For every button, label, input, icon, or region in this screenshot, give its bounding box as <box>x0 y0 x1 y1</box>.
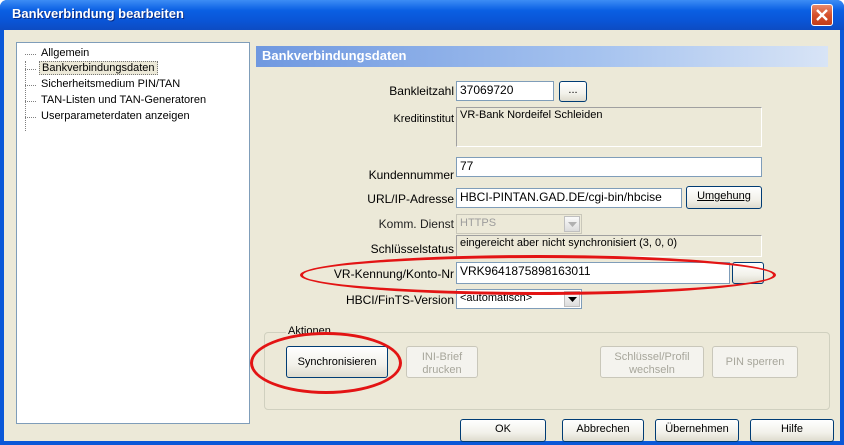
ok-button[interactable]: OK <box>460 419 546 442</box>
tree-item-label: TAN-Listen und TAN-Generatoren <box>41 94 207 106</box>
tree-branch <box>25 69 36 70</box>
version-label: HBCI/FinTS-Version <box>345 293 454 307</box>
komm-dienst-label: Komm. Dienst <box>378 217 454 231</box>
schluessel-line2: wechseln <box>629 364 675 376</box>
tree-item-bankverbindungsdaten[interactable]: Bankverbindungsdaten <box>25 61 158 77</box>
chevron-down-icon[interactable] <box>564 291 580 307</box>
abbrechen-button[interactable]: Abbrechen <box>562 419 644 442</box>
ini-brief-line2: drucken <box>422 364 462 376</box>
synchronisieren-button[interactable]: Synchronisieren <box>286 346 388 378</box>
hilfe-button[interactable]: Hilfe <box>750 419 834 442</box>
url-label: URL/IP-Adresse <box>367 192 454 206</box>
close-button[interactable] <box>811 4 833 26</box>
tree-branch <box>25 85 36 86</box>
kennung-input[interactable]: VRK9641875898163011 <box>456 262 730 284</box>
close-icon <box>816 9 828 21</box>
schluesselstatus-label: Schlüsselstatus <box>370 242 454 256</box>
kundennummer-input[interactable]: 77 <box>456 157 762 177</box>
url-input[interactable]: HBCI-PINTAN.GAD.DE/cgi-bin/hbcise <box>456 188 682 208</box>
window-title: Bankverbindung bearbeiten <box>12 6 184 21</box>
section-header: Bankverbindungsdaten <box>256 46 828 67</box>
ini-brief-line1: INI-Brief <box>421 351 463 363</box>
tree-item-allgemein[interactable]: Allgemein <box>25 47 91 62</box>
umgehung-button-label: Umgehung <box>697 190 751 202</box>
tree-branch <box>25 54 36 55</box>
bankleitzahl-label: Bankleitzahl <box>389 84 454 98</box>
ini-brief-drucken-button: INI-Brief drucken <box>406 346 478 378</box>
kreditinstitut-value: VR-Bank Nordeifel Schleiden <box>456 107 762 147</box>
kennung-label: VR-Kennung/Konto-Nr <box>333 267 454 281</box>
umgehung-button[interactable]: Umgehung <box>686 186 762 209</box>
aktionen-group-title: Aktionen <box>286 325 333 337</box>
version-value: <automatisch> <box>460 292 533 304</box>
komm-dienst-select: HTTPS <box>456 214 582 234</box>
uebernehmen-button[interactable]: Übernehmen <box>655 419 739 442</box>
tree-item-tan-listen[interactable]: TAN-Listen und TAN-Generatoren <box>25 94 208 109</box>
tree-item-label: Bankverbindungsdaten <box>39 61 158 75</box>
pin-sperren-button: PIN sperren <box>712 346 798 378</box>
kreditinstitut-label: Kreditinstitut <box>393 113 454 125</box>
kennung-extra-button[interactable] <box>732 262 764 284</box>
dialog-window: Bankverbindung bearbeiten Allgemein Bank… <box>0 0 844 445</box>
tree-item-label: Allgemein <box>41 47 90 59</box>
tree-branch <box>25 101 36 102</box>
title-bar[interactable]: Bankverbindung bearbeiten <box>0 0 844 30</box>
chevron-down-icon <box>564 216 580 232</box>
bankleitzahl-browse-button[interactable]: ... <box>559 81 587 102</box>
tree-item-label: Sicherheitsmedium PIN/TAN <box>41 78 181 90</box>
navigation-tree[interactable]: Allgemein Bankverbindungsdaten Sicherhei… <box>16 42 250 424</box>
version-select[interactable]: <automatisch> <box>456 289 582 309</box>
schluessel-profil-wechseln-button: Schlüssel/Profil wechseln <box>600 346 704 378</box>
kundennummer-label: Kundennummer <box>368 168 454 182</box>
tree-branch <box>25 117 36 118</box>
tree-item-label: Userparameterdaten anzeigen <box>41 110 190 122</box>
komm-dienst-value: HTTPS <box>460 217 497 229</box>
bankleitzahl-input[interactable]: 37069720 <box>456 81 554 101</box>
schluesselstatus-value: eingereicht aber nicht synchronisiert (3… <box>456 235 762 257</box>
schluessel-line1: Schlüssel/Profil <box>614 351 690 363</box>
tree-item-sicherheitsmedium[interactable]: Sicherheitsmedium PIN/TAN <box>25 78 182 93</box>
tree-item-userparameterdaten[interactable]: Userparameterdaten anzeigen <box>25 110 192 125</box>
dialog-client-area: Allgemein Bankverbindungsdaten Sicherhei… <box>4 30 840 442</box>
